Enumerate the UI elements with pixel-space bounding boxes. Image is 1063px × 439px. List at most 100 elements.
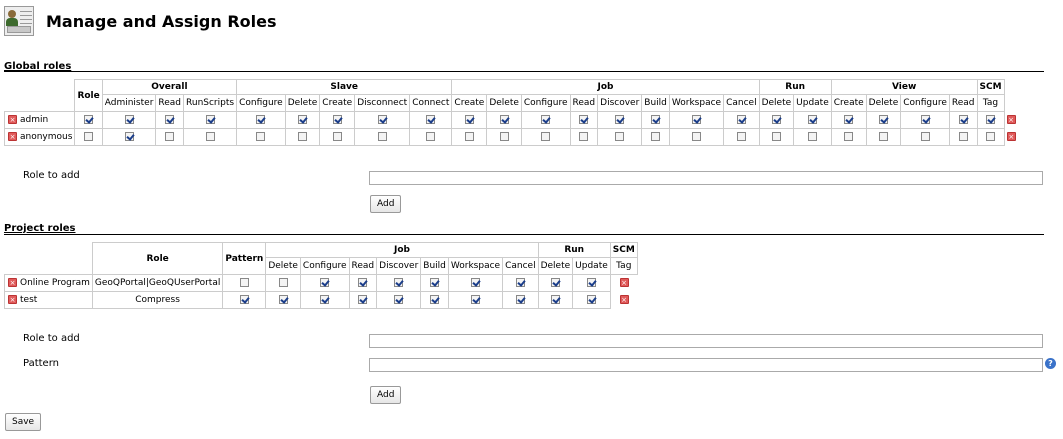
permission-checkbox[interactable] [84,115,94,124]
save-button[interactable]: Save [5,413,42,431]
permission-checkbox[interactable] [541,132,551,141]
permission-checkbox[interactable] [878,115,888,124]
permission-checkbox[interactable] [541,115,551,124]
permission-checkbox[interactable] [771,132,781,141]
permission-checkbox[interactable] [651,132,661,141]
permission-checkbox[interactable] [807,132,817,141]
permission-checkbox[interactable] [615,132,625,141]
permission-checkbox[interactable] [615,115,625,124]
permission-checkbox[interactable] [499,115,509,124]
permission-checkbox[interactable] [986,115,996,124]
permission-checkbox[interactable] [515,295,525,304]
permission-checkbox[interactable] [239,295,249,304]
permission-checkbox[interactable] [651,115,661,124]
delete-role-icon[interactable]: × [8,278,17,287]
permission-checkbox[interactable] [394,278,404,287]
permission-checkbox[interactable] [736,115,746,124]
permission-checkbox[interactable] [297,115,307,124]
pattern-input[interactable] [369,358,1043,372]
delete-role-icon[interactable]: × [1006,115,1016,124]
permission-checkbox[interactable] [691,132,701,141]
permission-checkbox[interactable] [470,278,480,287]
pattern-label: Pattern [23,358,59,369]
permission-checkbox[interactable] [807,115,817,124]
global-role-to-add-input[interactable] [369,171,1043,185]
delete-role-icon[interactable]: × [619,278,629,288]
permission-checkbox[interactable] [986,132,996,141]
permission-column-header: Read [948,94,978,112]
delete-role-icon[interactable]: × [8,132,17,141]
permission-checkbox[interactable] [958,132,968,141]
permission-checkbox[interactable] [430,278,440,287]
delete-role-icon[interactable]: × [8,115,17,124]
permission-checkbox[interactable] [579,132,589,141]
project-add-button[interactable]: Add [370,386,402,404]
permission-checkbox[interactable] [426,115,436,124]
permission-column-header: RunScripts [183,94,238,112]
role-name-cell: × admin [3,111,76,129]
permission-checkbox[interactable] [515,278,525,287]
role-name: anonymous [20,132,73,142]
permission-checkbox[interactable] [920,132,930,141]
permission-checkbox[interactable] [691,115,701,124]
permission-checkbox[interactable] [165,132,175,141]
permission-checkbox[interactable] [278,295,288,304]
permission-checkbox[interactable] [165,115,175,124]
permission-checkbox[interactable] [464,132,474,141]
group-header: SCM [609,242,638,258]
column-header-row: Administer Read RunScripts Configure Delete C… [5,94,1019,112]
permission-checkbox[interactable] [84,132,94,141]
project-roles-title: Project roles [4,223,76,234]
group-header-row: Role Overall Slave Job Run View SCM [5,79,1019,112]
permission-checkbox[interactable] [124,115,134,124]
global-role-to-add-label: Role to add [23,170,80,181]
permission-checkbox[interactable] [332,132,342,141]
permission-checkbox[interactable] [320,278,330,287]
permission-checkbox[interactable] [470,295,480,304]
permission-column-header: Create [451,94,488,112]
project-role-to-add-input[interactable] [369,334,1043,348]
permission-checkbox[interactable] [550,278,560,287]
permission-checkbox[interactable] [771,115,781,124]
permission-checkbox[interactable] [394,295,404,304]
permission-checkbox[interactable] [297,132,307,141]
permission-column-header: Delete [284,94,321,112]
permission-checkbox[interactable] [377,115,387,124]
permission-checkbox[interactable] [332,115,342,124]
permission-checkbox[interactable] [358,295,368,304]
permission-checkbox[interactable] [579,115,589,124]
permission-checkbox[interactable] [736,132,746,141]
permission-checkbox[interactable] [430,295,440,304]
delete-role-icon[interactable]: × [1006,132,1016,141]
permission-checkbox[interactable] [844,132,854,141]
role-name-cell: × anonymous [3,128,76,146]
help-icon[interactable]: ? [1045,358,1056,369]
permission-checkbox[interactable] [586,278,596,287]
delete-role-icon[interactable]: × [619,295,629,304]
role-pattern: GeoQPortal|GeoQUserPortal [91,274,224,292]
permission-checkbox[interactable] [256,132,266,141]
permission-checkbox[interactable] [377,132,387,141]
permission-column-header: Read [348,257,378,275]
permission-column-header: Build [641,94,670,112]
permission-checkbox[interactable] [426,132,436,141]
permission-checkbox[interactable] [844,115,854,124]
permission-checkbox[interactable] [499,132,509,141]
delete-role-icon[interactable]: × [8,295,17,304]
permission-checkbox[interactable] [920,115,930,124]
permission-checkbox[interactable] [550,295,560,304]
permission-checkbox[interactable] [205,115,215,124]
permission-checkbox[interactable] [205,132,215,141]
permission-checkbox[interactable] [878,132,888,141]
permission-checkbox[interactable] [320,295,330,304]
permission-column-header: Create [319,94,356,112]
permission-checkbox[interactable] [239,278,249,287]
permission-checkbox[interactable] [256,115,266,124]
permission-checkbox[interactable] [586,295,596,304]
permission-checkbox[interactable] [358,278,368,287]
permission-checkbox[interactable] [124,132,134,141]
global-add-button[interactable]: Add [370,195,402,213]
permission-checkbox[interactable] [958,115,968,124]
permission-checkbox[interactable] [278,278,288,287]
permission-checkbox[interactable] [464,115,474,124]
